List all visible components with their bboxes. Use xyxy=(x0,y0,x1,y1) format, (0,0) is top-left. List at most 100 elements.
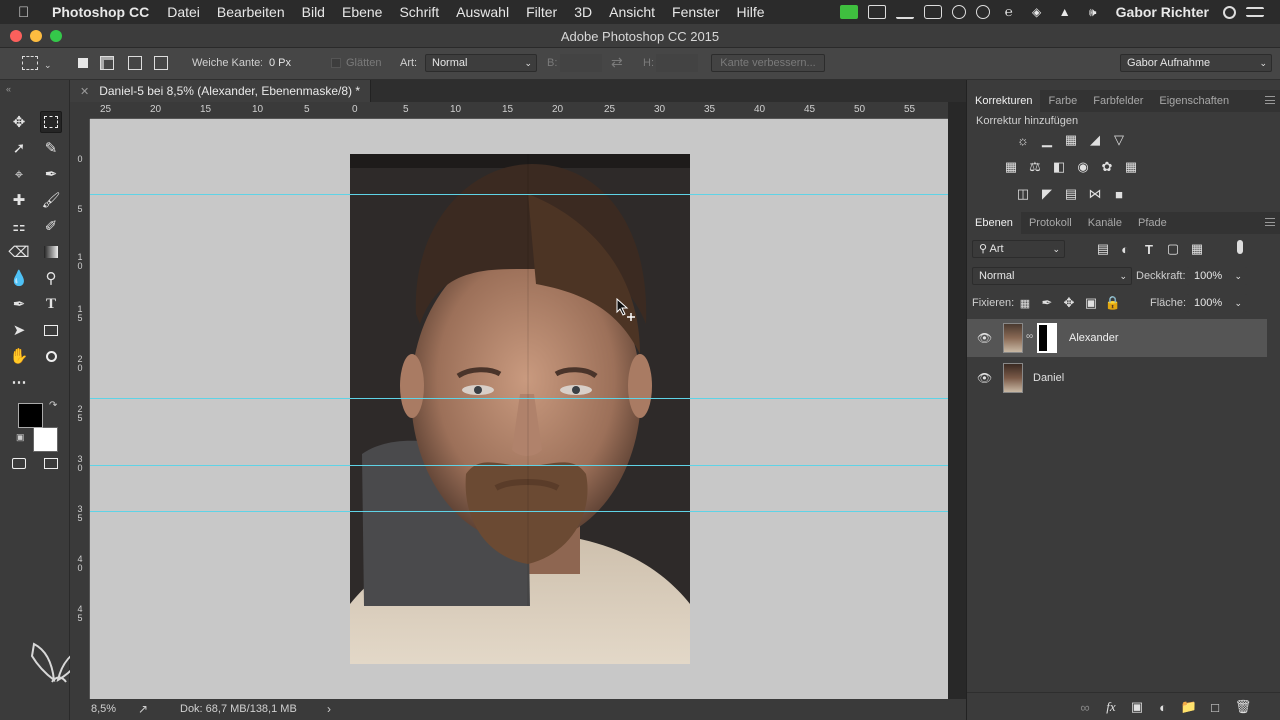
layer-row[interactable]: 👁 ∞ Alexander xyxy=(967,319,1267,357)
menu-bearbeiten[interactable]: Bearbeiten xyxy=(217,4,285,20)
status-menu-arrow-icon[interactable]: › xyxy=(327,702,331,716)
tab-pfade[interactable]: Pfade xyxy=(1130,217,1175,229)
menu-hilfe[interactable]: Hilfe xyxy=(737,4,765,20)
horizontal-ruler[interactable]: 25 20 15 10 5 0 5 10 15 20 25 30 35 40 4… xyxy=(90,102,948,119)
eraser-tool-icon[interactable]: ⌫ xyxy=(8,241,30,263)
menu-filter[interactable]: Filter xyxy=(526,4,557,20)
tray-clock-icon[interactable] xyxy=(951,5,966,19)
dodge-tool-icon[interactable]: ⚲ xyxy=(40,267,62,289)
ruler-origin[interactable] xyxy=(70,102,90,119)
search-icon[interactable] xyxy=(1223,5,1236,19)
width-input[interactable] xyxy=(560,54,602,72)
eject-icon[interactable]: ▲ xyxy=(1056,5,1074,19)
tray-screen-icon[interactable] xyxy=(867,5,886,19)
layer-mask-thumbnail[interactable] xyxy=(1037,323,1057,353)
history-brush-tool-icon[interactable]: ✐ xyxy=(40,215,62,237)
selective-color-icon[interactable]: ⋈ xyxy=(1087,186,1103,202)
menu-ebene[interactable]: Ebene xyxy=(342,4,382,20)
close-document-icon[interactable]: ✕ xyxy=(80,85,89,98)
tab-farbe[interactable]: Farbe xyxy=(1040,95,1085,107)
hand-tool-icon[interactable]: ✋ xyxy=(8,345,30,367)
threshold-icon[interactable]: ▤ xyxy=(1063,186,1079,202)
lock-position-icon[interactable]: ✥ xyxy=(1061,295,1077,311)
eye-icon[interactable]: 👁 xyxy=(977,331,992,345)
brush-tool-icon[interactable]: 🖌 xyxy=(40,189,62,211)
photo-filter-icon[interactable]: ◉ xyxy=(1075,159,1091,175)
move-tool-icon[interactable]: ✥ xyxy=(8,111,30,133)
filter-type-layer-icon[interactable]: T xyxy=(1141,241,1157,257)
vibrance-icon[interactable]: ▽ xyxy=(1111,132,1127,148)
notification-center-icon[interactable] xyxy=(1246,7,1264,17)
add-to-selection-icon[interactable] xyxy=(100,56,114,70)
user-name[interactable]: Gabor Richter xyxy=(1116,4,1209,20)
eyedropper-tool-icon[interactable]: ✒ xyxy=(40,163,62,185)
style-select[interactable]: Normal ⌄ xyxy=(425,54,537,72)
gradient-map-icon[interactable]: ■ xyxy=(1111,186,1127,202)
filter-toggle-switch[interactable] xyxy=(1237,240,1243,254)
app-menu[interactable]: Photoshop CC xyxy=(52,4,149,20)
foreground-color-swatch[interactable] xyxy=(18,403,43,428)
filter-pixel-layer-icon[interactable]: ▤ xyxy=(1095,241,1111,257)
rectangular-marquee-tool-icon[interactable] xyxy=(40,111,62,133)
menu-ansicht[interactable]: Ansicht xyxy=(609,4,655,20)
workspace-select[interactable]: Gabor Aufnahme ⌄ xyxy=(1120,54,1272,72)
layer-row[interactable]: 👁 Daniel xyxy=(967,359,1267,397)
lock-pixels-icon[interactable]: ✒ xyxy=(1039,295,1055,311)
intersect-selection-icon[interactable] xyxy=(154,56,168,70)
guide-line[interactable] xyxy=(90,465,948,466)
exposure-icon[interactable]: ◢ xyxy=(1087,132,1103,148)
share-icon[interactable]: ↗ xyxy=(138,702,148,716)
blur-tool-icon[interactable]: 💧 xyxy=(8,267,30,289)
link-mask-icon[interactable]: ∞ xyxy=(1026,331,1033,342)
refine-edge-button[interactable]: Kante verbessern... xyxy=(711,54,825,72)
antialias-checkbox[interactable] xyxy=(331,58,341,68)
opacity-input[interactable]: 100% ⌄ xyxy=(1187,267,1247,285)
filter-adjustment-layer-icon[interactable]: ◐ xyxy=(1117,241,1133,257)
tab-eigenschaften[interactable]: Eigenschaften xyxy=(1151,95,1237,107)
crop-tool-icon[interactable]: ⌖ xyxy=(8,163,30,185)
path-selection-tool-icon[interactable]: ➤ xyxy=(8,319,30,341)
panel-menu-icon[interactable] xyxy=(1265,96,1275,104)
tool-preset-icon[interactable] xyxy=(22,56,38,70)
color-lookup-icon[interactable]: ▦ xyxy=(1123,159,1139,175)
quick-selection-tool-icon[interactable]: ✎ xyxy=(40,137,62,159)
type-tool-icon[interactable]: T xyxy=(40,293,62,315)
vertical-scrollbar[interactable] xyxy=(948,119,966,699)
photo-composite[interactable] xyxy=(350,154,690,664)
filter-shape-layer-icon[interactable]: ▢ xyxy=(1165,241,1181,257)
time-machine-icon[interactable] xyxy=(975,5,990,19)
volume-icon[interactable]: 🕪 xyxy=(1084,5,1102,19)
black-white-icon[interactable]: ◧ xyxy=(1051,159,1067,175)
hue-saturation-icon[interactable]: ▦ xyxy=(1003,159,1019,175)
menu-schrift[interactable]: Schrift xyxy=(399,4,439,20)
swap-dimensions-icon[interactable]: ⇄ xyxy=(611,54,623,71)
swap-colors-icon[interactable]: ↷ xyxy=(49,400,57,411)
document-tab[interactable]: ✕ Daniel-5 bei 8,5% (Alexander, Ebenenma… xyxy=(70,80,372,102)
layer-thumbnail[interactable] xyxy=(1003,363,1023,393)
gradient-tool-icon[interactable] xyxy=(40,241,62,263)
pen-tool-icon[interactable]: ✒ xyxy=(8,293,30,315)
guide-line[interactable] xyxy=(90,511,948,512)
quick-mask-icon[interactable] xyxy=(8,452,30,474)
zoom-level[interactable]: 8,5% xyxy=(91,703,116,715)
fill-input[interactable]: 100% ⌄ xyxy=(1187,294,1247,312)
menu-3d[interactable]: 3D xyxy=(574,4,592,20)
tray-drive-icon[interactable] xyxy=(923,5,942,19)
panel-menu-icon[interactable] xyxy=(1265,218,1275,226)
tab-korrekturen[interactable]: Korrekturen xyxy=(967,90,1041,112)
tray-arrows-icon[interactable] xyxy=(895,5,914,19)
subtract-from-selection-icon[interactable] xyxy=(128,56,142,70)
new-layer-icon[interactable]: □ xyxy=(1207,699,1223,715)
feather-input[interactable]: 0 Px xyxy=(262,54,324,72)
link-layers-icon[interactable]: ∞ xyxy=(1077,699,1093,715)
healing-brush-tool-icon[interactable]: ✚ xyxy=(8,189,30,211)
lasso-tool-icon[interactable]: ➚ xyxy=(8,137,30,159)
height-input[interactable] xyxy=(656,54,698,72)
tab-farbfelder[interactable]: Farbfelder xyxy=(1085,95,1151,107)
levels-icon[interactable]: ▁ xyxy=(1039,132,1055,148)
invert-icon[interactable]: ◫ xyxy=(1015,186,1031,202)
vertical-ruler[interactable]: 0 5 1 0 1 5 2 0 2 5 3 0 3 5 4 0 4 5 xyxy=(70,119,90,699)
menu-auswahl[interactable]: Auswahl xyxy=(456,4,509,20)
default-colors-icon[interactable]: ▣ xyxy=(16,432,25,443)
menu-datei[interactable]: Datei xyxy=(167,4,200,20)
